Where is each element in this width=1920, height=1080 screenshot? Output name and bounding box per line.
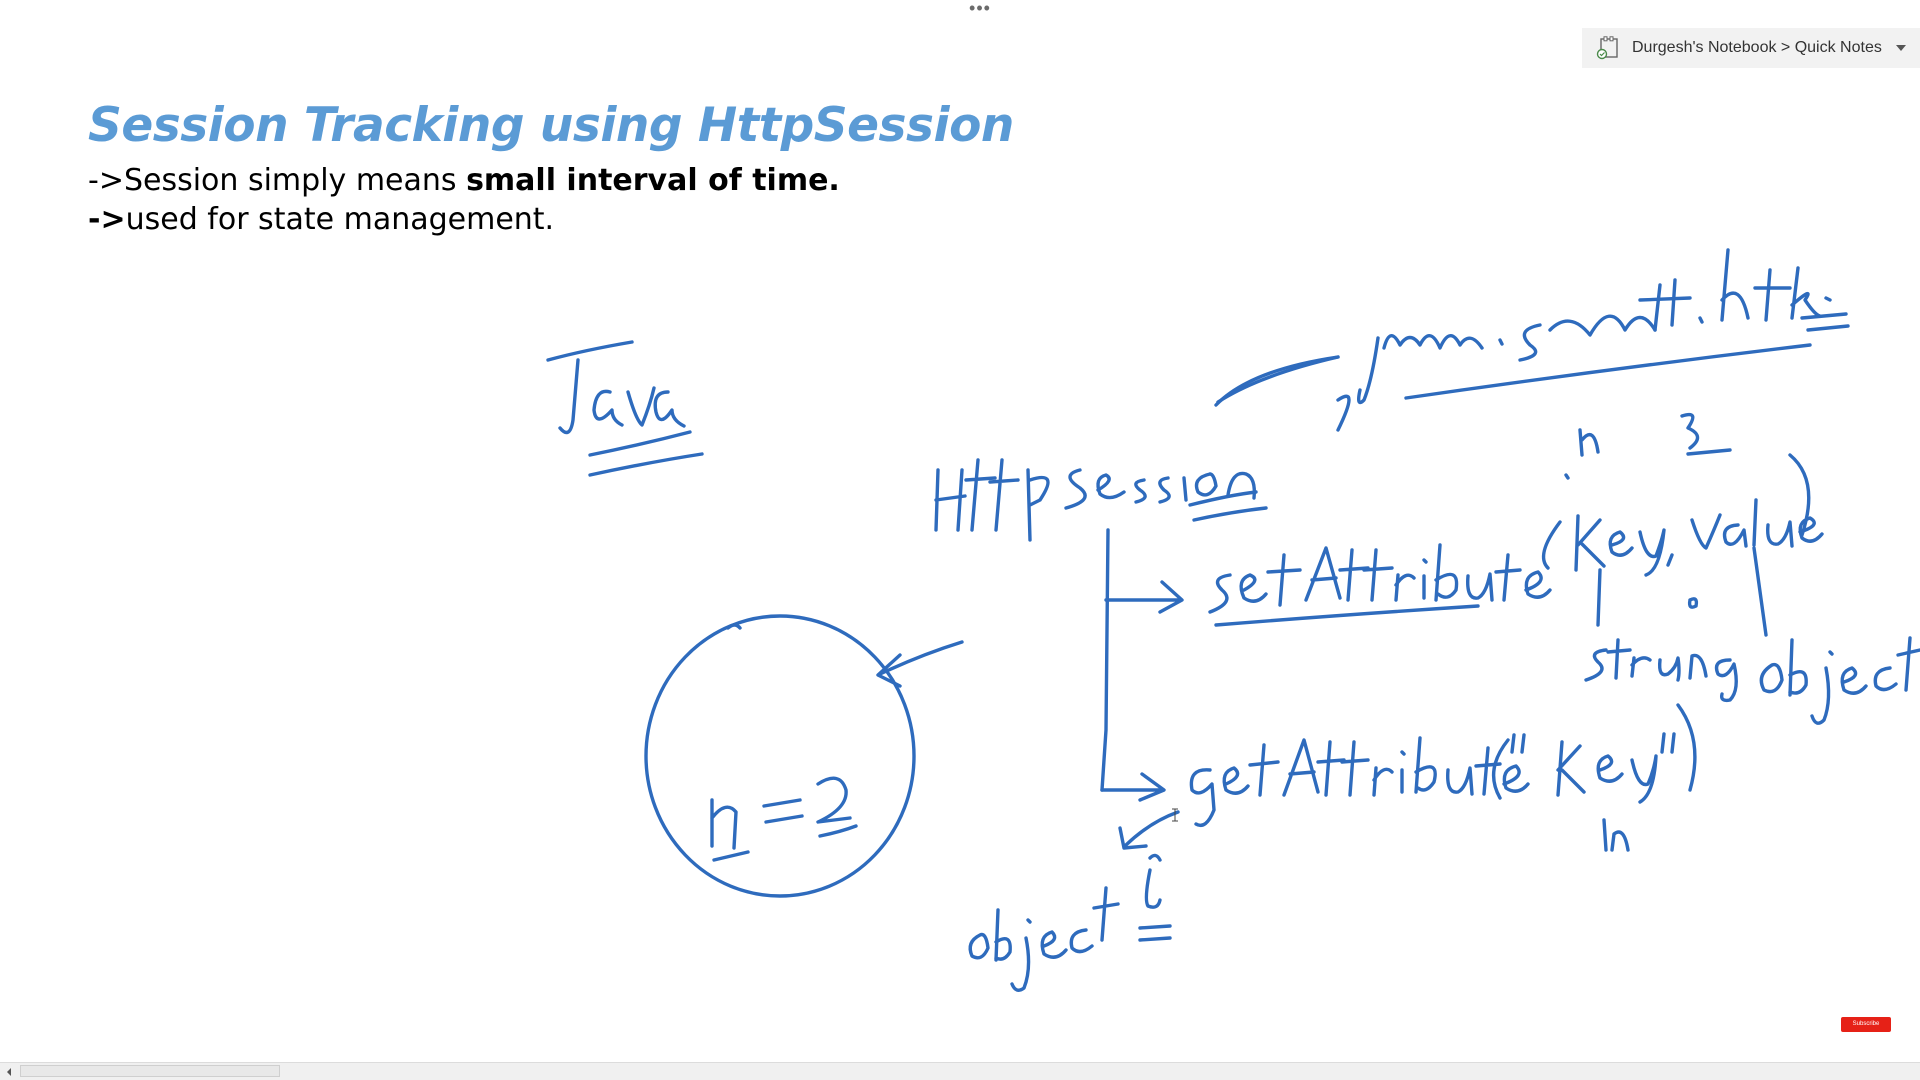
page-title[interactable]: Session Tracking using HttpSession xyxy=(88,98,1014,153)
ink-java xyxy=(546,340,704,477)
note-arrow-bold: -> xyxy=(88,202,126,237)
ink-javax-servlet-http xyxy=(1216,248,1850,405)
horizontal-scrollbar[interactable] xyxy=(0,1062,1920,1080)
scroll-left-arrow-icon[interactable] xyxy=(0,1063,18,1080)
text-cursor-icon xyxy=(1172,808,1178,822)
ink-tree-lines xyxy=(1100,528,1184,802)
notebook-location-dropdown[interactable]: Durgesh's Notebook > Quick Notes xyxy=(1582,28,1920,68)
ink-circle-n-2 xyxy=(644,614,964,898)
ink-object-bottom xyxy=(968,810,1180,992)
onenote-page-canvas[interactable]: ••• Durgesh's Notebook > Quick Notes Ses… xyxy=(0,0,1920,1080)
ink-setattribute xyxy=(1208,453,1824,627)
scrollbar-thumb[interactable] xyxy=(20,1065,280,1077)
subscribe-button[interactable]: Subscribe xyxy=(1841,1017,1891,1032)
note-line-state-management[interactable]: ->used for state management. xyxy=(88,202,554,237)
ink-getattribute xyxy=(1189,703,1697,852)
more-options-icon[interactable]: ••• xyxy=(967,0,993,24)
note-text: ->Session simply means xyxy=(88,163,467,198)
note-line-session-meaning[interactable]: ->Session simply means small interval of… xyxy=(88,163,840,198)
ink-object-right xyxy=(1759,636,1920,725)
handwritten-ink-drawing xyxy=(546,248,1920,992)
chevron-down-icon xyxy=(1895,45,1906,51)
note-bold-text: small interval of time. xyxy=(466,163,840,198)
onenote-notebook-icon xyxy=(1594,35,1622,61)
note-text: used for state management. xyxy=(125,202,555,237)
ink-httpsession xyxy=(934,355,1351,542)
notebook-path-text: Durgesh's Notebook > Quick Notes xyxy=(1632,39,1882,56)
ink-type-annotations xyxy=(1564,412,1768,703)
